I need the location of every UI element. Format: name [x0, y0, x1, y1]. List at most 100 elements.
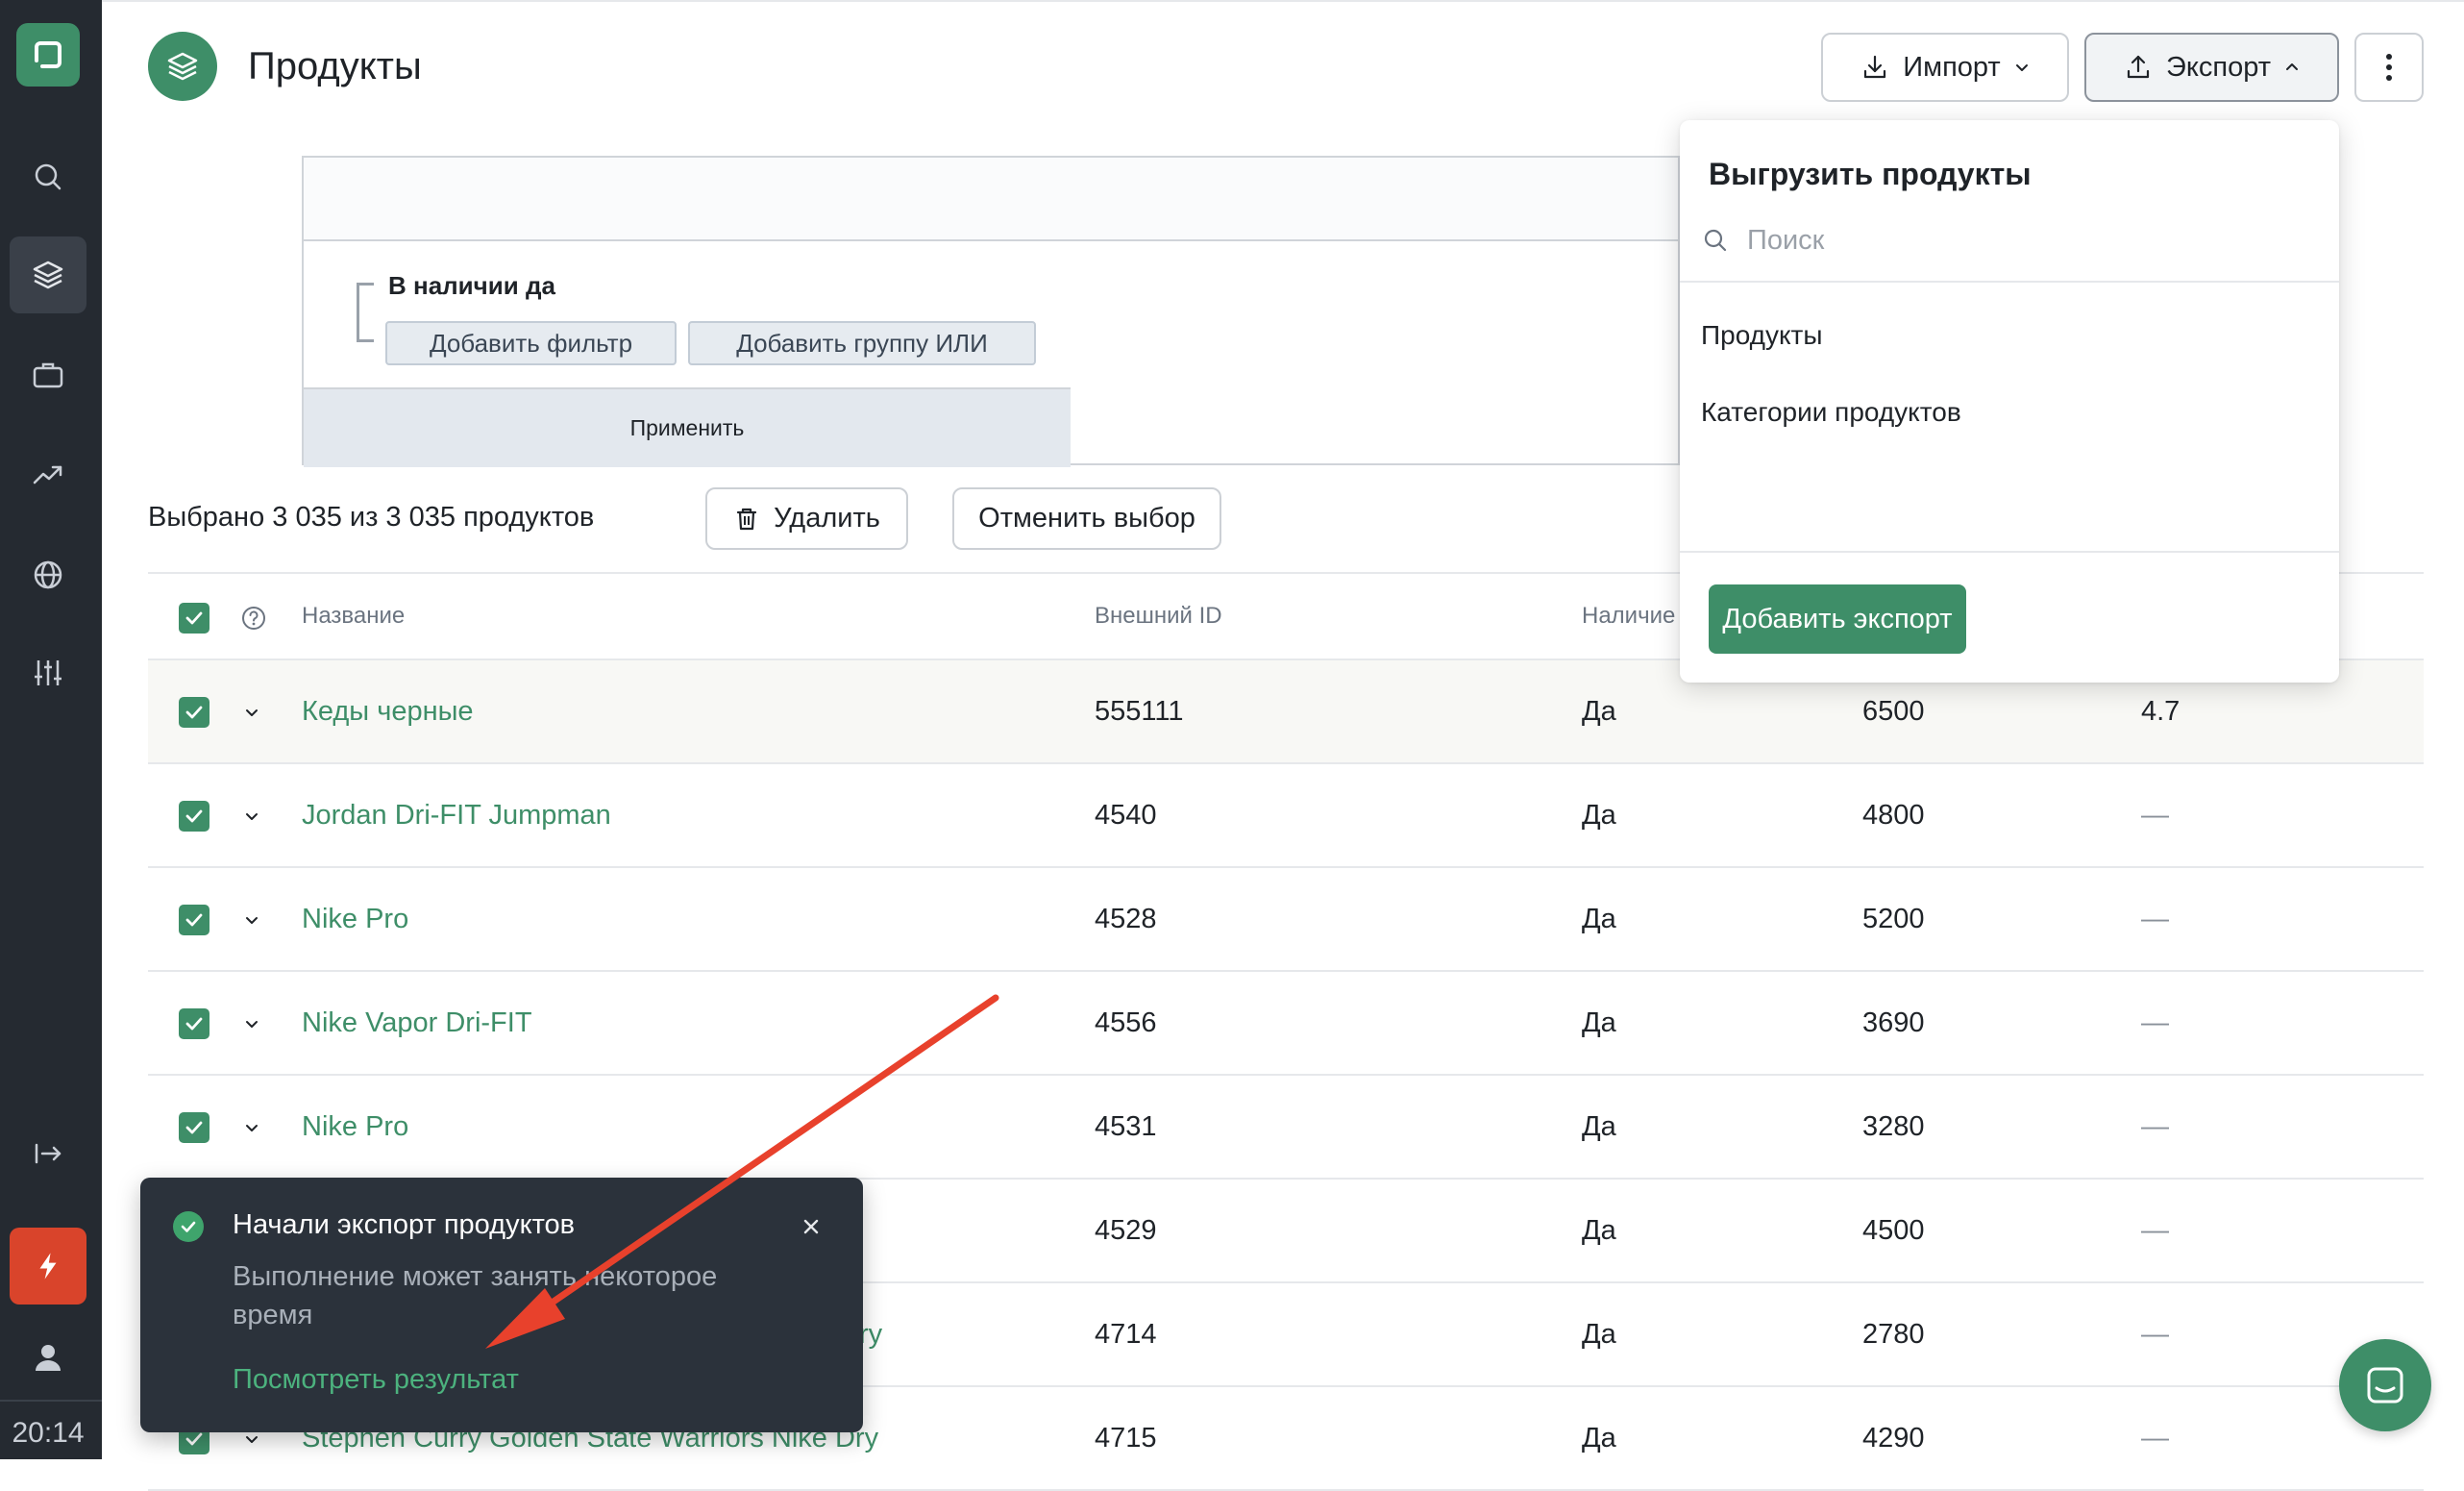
chevron-down-icon: [2015, 64, 2028, 71]
row-checkbox[interactable]: [179, 1112, 209, 1143]
export-option-products[interactable]: Продукты: [1680, 301, 2339, 370]
export-dropdown: Выгрузить продукты Продукты Категории пр…: [1680, 120, 2339, 683]
select-all-checkbox[interactable]: [179, 603, 209, 634]
row-checkbox[interactable]: [179, 1008, 209, 1039]
chevron-down-icon[interactable]: [242, 1429, 261, 1449]
availability: Да: [1582, 800, 1616, 831]
logout-icon: [35, 1143, 62, 1164]
nav-analytics[interactable]: [10, 436, 86, 513]
filter-condition[interactable]: В наличии да: [388, 271, 555, 301]
price: 4500: [1862, 1215, 1925, 1246]
export-button[interactable]: Экспорт: [2084, 33, 2339, 102]
availability: Да: [1582, 1111, 1616, 1142]
availability: Да: [1582, 1423, 1616, 1454]
export-dropdown-title: Выгрузить продукты: [1709, 157, 2032, 191]
layers-icon: [167, 52, 198, 81]
globe-icon: [34, 560, 62, 589]
external-id: 4556: [1095, 1007, 1157, 1038]
sliders-icon: [35, 660, 62, 685]
quick-actions-button[interactable]: [10, 1228, 86, 1305]
export-search-input[interactable]: [1745, 223, 2287, 258]
layers-icon: [33, 261, 63, 289]
help-icon[interactable]: [240, 605, 267, 632]
availability: Да: [1582, 1215, 1616, 1246]
check-icon: [185, 706, 203, 719]
more-actions-button[interactable]: [2354, 33, 2424, 102]
product-name[interactable]: Nike Vapor Dri-FIT: [302, 1006, 532, 1040]
product-name[interactable]: Jordan Dri-FIT Jumpman: [302, 798, 611, 832]
nav-search[interactable]: [10, 138, 86, 215]
chat-icon: [2367, 1367, 2403, 1404]
add-or-group-button[interactable]: Добавить группу ИЛИ: [688, 321, 1036, 365]
check-icon: [181, 1221, 196, 1232]
filter-header: [304, 158, 1678, 241]
selection-count: Выбрано 3 035 из 3 035 продуктов: [148, 502, 595, 533]
rating: 4.7: [2141, 696, 2181, 727]
more-vertical-icon: [2386, 54, 2392, 81]
table-row[interactable]: Nike Pro 4528 Да 5200 —: [148, 868, 2424, 972]
table-row[interactable]: Jordan Dri-FIT Jumpman 4540 Да 4800 —: [148, 764, 2424, 868]
product-name[interactable]: Кеды черные: [302, 694, 474, 729]
chevron-up-icon: [2285, 63, 2298, 70]
row-checkbox[interactable]: [179, 697, 209, 728]
nav-orders[interactable]: [10, 336, 86, 413]
rating: —: [2141, 1007, 2169, 1038]
upload-icon: [2127, 55, 2150, 79]
external-id: 4528: [1095, 904, 1157, 934]
chat-button[interactable]: [2339, 1339, 2431, 1431]
export-label: Экспорт: [2166, 51, 2271, 83]
add-filter-button[interactable]: Добавить фильтр: [385, 321, 677, 365]
delete-button[interactable]: Удалить: [705, 487, 908, 550]
availability: Да: [1582, 1007, 1616, 1038]
export-option-categories[interactable]: Категории продуктов: [1680, 378, 2339, 447]
filter-group-bracket: [357, 283, 374, 342]
row-checkbox[interactable]: [179, 801, 209, 832]
chevron-down-icon[interactable]: [242, 703, 261, 722]
top-border: [102, 0, 2464, 2]
chevron-down-icon[interactable]: [242, 807, 261, 826]
dropdown-divider: [1680, 281, 2339, 283]
nav-profile[interactable]: [10, 1319, 86, 1396]
chevron-down-icon[interactable]: [242, 910, 261, 930]
table-row[interactable]: Nike Pro 4531 Да 3280 —: [148, 1076, 2424, 1180]
delete-label: Удалить: [774, 503, 880, 534]
apply-filter-button[interactable]: Применить: [304, 387, 1071, 467]
column-name[interactable]: Название: [302, 603, 405, 630]
check-icon: [185, 809, 203, 823]
external-id: 555111: [1095, 696, 1184, 727]
availability: Да: [1582, 904, 1616, 934]
check-icon: [185, 1121, 203, 1134]
nav-settings[interactable]: [10, 634, 86, 711]
nav-logout[interactable]: [10, 1115, 86, 1192]
price: 3280: [1862, 1111, 1925, 1142]
rating: —: [2141, 800, 2169, 831]
import-button[interactable]: Импорт: [1821, 33, 2069, 102]
external-id: 4531: [1095, 1111, 1157, 1142]
cancel-selection-button[interactable]: Отменить выбор: [952, 487, 1221, 550]
cancel-selection-label: Отменить выбор: [978, 503, 1195, 534]
chevron-down-icon[interactable]: [242, 1014, 261, 1033]
toast-title: Начали экспорт продуктов: [233, 1209, 576, 1240]
column-external-id[interactable]: Внешний ID: [1095, 603, 1222, 630]
rating: —: [2141, 1319, 2169, 1350]
close-icon[interactable]: [798, 1213, 825, 1240]
row-checkbox[interactable]: [179, 905, 209, 935]
rating: —: [2141, 1111, 2169, 1142]
check-icon: [185, 913, 203, 927]
product-name[interactable]: Nike Pro: [302, 1109, 408, 1144]
briefcase-icon: [33, 362, 63, 388]
nav-channels[interactable]: [10, 536, 86, 613]
product-name[interactable]: Nike Pro: [302, 902, 408, 936]
nav-products[interactable]: [10, 236, 86, 313]
export-toast: Начали экспорт продуктов Выполнение може…: [140, 1178, 863, 1432]
chevron-down-icon[interactable]: [242, 1118, 261, 1137]
success-icon: [173, 1211, 204, 1242]
app-logo[interactable]: [16, 23, 80, 87]
add-export-button[interactable]: Добавить экспорт: [1709, 584, 1966, 654]
view-result-link[interactable]: Посмотреть результат: [233, 1364, 519, 1396]
column-availability[interactable]: Наличие: [1582, 603, 1675, 630]
external-id: 4540: [1095, 800, 1157, 831]
availability: Да: [1582, 696, 1616, 727]
table-row[interactable]: Nike Vapor Dri-FIT 4556 Да 3690 —: [148, 972, 2424, 1076]
trash-icon: [737, 508, 757, 530]
